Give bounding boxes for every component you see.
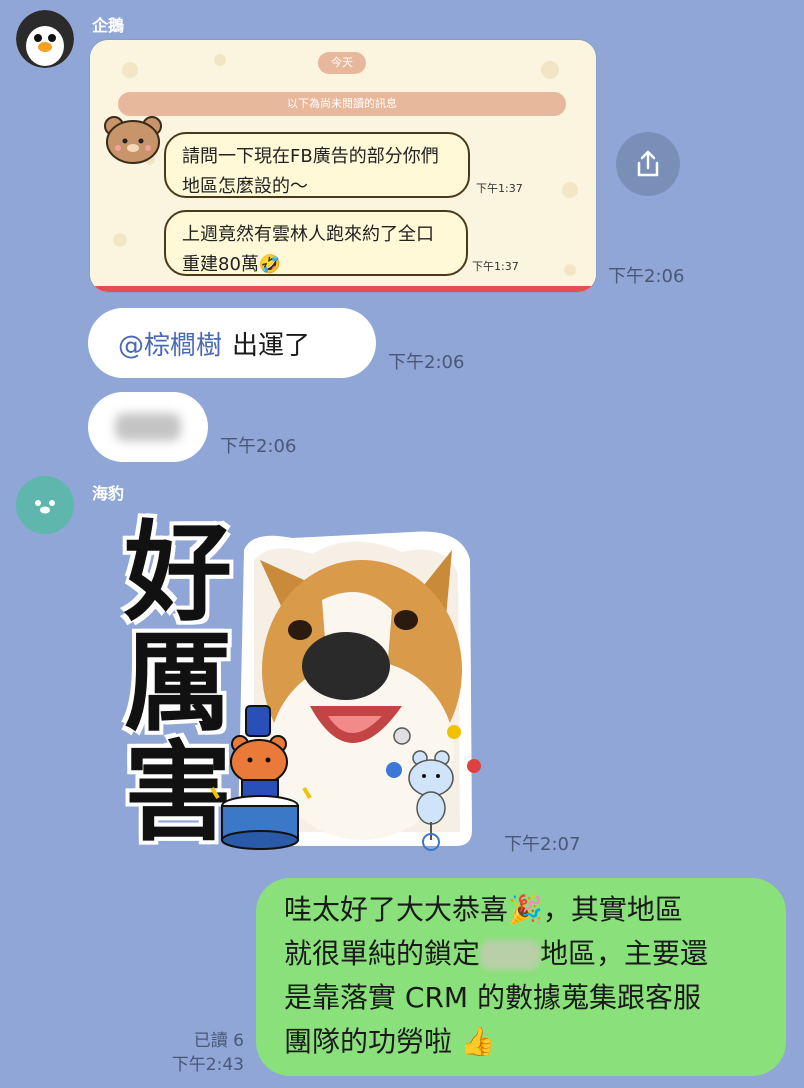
unread-divider: 以下為尚未閱讀的訊息 <box>118 92 566 116</box>
outgoing-message[interactable]: 哇太好了大大恭喜🎉，其實地區 就很單純的鎖定 地區，主要還 是靠落實 CRM 的數… <box>256 878 786 1076</box>
seal-avatar[interactable] <box>16 476 74 534</box>
bear-avatar <box>104 114 162 164</box>
message-time: 下午2:06 <box>388 352 465 373</box>
sticker-char-1: 好 <box>124 511 233 636</box>
share-button[interactable] <box>616 132 680 196</box>
outgoing-line-2: 就很單純的鎖定 地區，主要還 <box>284 932 758 976</box>
outgoing-line-3: 是靠落實 CRM 的數據蒐集跟客服 <box>284 981 701 1014</box>
outgoing-line-2a: 就很單純的鎖定 <box>284 937 481 970</box>
outgoing-line-1: 哇太好了大大恭喜🎉，其實地區 <box>284 893 683 926</box>
blurred-location <box>480 940 541 970</box>
today-label: 今天 <box>318 52 366 74</box>
message-time: 下午2:43 <box>171 1055 244 1075</box>
outgoing-line-2b: 地區，主要還 <box>540 937 709 970</box>
outgoing-line-4: 團隊的功勞啦 👍 <box>284 1025 496 1058</box>
drummer-bear-illustration <box>210 705 312 850</box>
screenshot-bubble-2: 上週竟然有雲林人跑來約了全口重建80萬🤣 <box>164 210 468 276</box>
blurred-message[interactable] <box>88 392 208 462</box>
mention-link[interactable]: @棕櫚樹 <box>118 325 222 362</box>
blurred-content <box>115 413 181 441</box>
message-time: 下午2:06 <box>608 266 685 287</box>
penguin-avatar[interactable] <box>16 10 74 68</box>
share-icon <box>637 150 659 177</box>
screenshot-time-1: 下午1:37 <box>476 182 523 195</box>
screenshot-image[interactable]: 今天 以下為尚未閱讀的訊息 請問一下現在FB廣告的部分你們地區怎麼設的～ 下午1… <box>90 40 596 292</box>
message-time: 下午2:07 <box>504 834 581 855</box>
screenshot-bubble-1: 請問一下現在FB廣告的部分你們地區怎麼設的～ <box>164 132 470 198</box>
read-receipt: 已讀 6 <box>193 1031 244 1051</box>
balloon-bear-illustration <box>386 725 481 851</box>
sender-name: 海豹 <box>92 484 125 503</box>
sender-name: 企鵝 <box>92 16 125 35</box>
sticker-message[interactable]: 好 厲 害 <box>120 511 481 852</box>
mention-text: 出運了 <box>232 330 311 361</box>
message-time: 下午2:06 <box>220 436 297 457</box>
mention-message[interactable]: @棕櫚樹 出運了 <box>88 308 376 378</box>
chat-screen: { "messages": { "penguin": { "sender": "… <box>0 0 804 1088</box>
screenshot-time-2: 下午1:37 <box>472 260 519 273</box>
